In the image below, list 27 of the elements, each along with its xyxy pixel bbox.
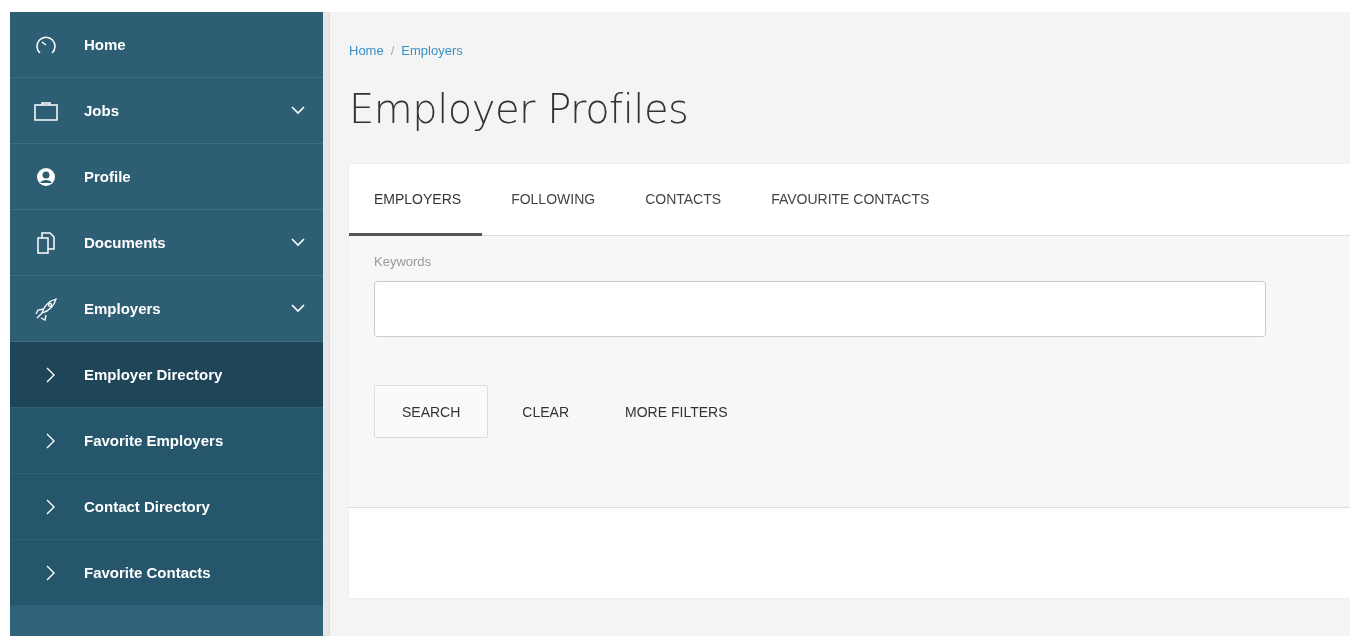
keywords-field[interactable] [374, 281, 1266, 337]
chevron-right-icon [45, 432, 55, 449]
documents-icon [36, 231, 56, 254]
chevron-right-icon [45, 564, 55, 581]
chevron-right-icon [45, 366, 55, 383]
field-label: Keywords [374, 254, 433, 269]
tab[interactable]: FAVOURITE CONTACTS [750, 164, 951, 236]
sidebar-subitem[interactable]: Employer Directory [10, 342, 323, 408]
sidebar-item[interactable]: Jobs [10, 78, 323, 144]
sidebar-item[interactable]: Documents [10, 210, 323, 276]
breadcrumb-separator: / [390, 43, 395, 60]
tab[interactable]: CONTACTS [624, 164, 743, 236]
sidebar-item[interactable]: Profile [10, 144, 323, 210]
search-button[interactable]: SEARCH [374, 385, 489, 438]
sidebar-item[interactable]: Employers [10, 276, 323, 342]
sidebar-subitem[interactable]: Favorite Contacts [10, 540, 323, 606]
text-button[interactable]: MORE FILTERS [603, 385, 750, 438]
briefcase-icon [34, 100, 58, 121]
chevron-right-icon [45, 498, 55, 515]
sidebar-subitem[interactable]: Favorite Employers [10, 408, 323, 474]
page-title: Employer Profiles [349, 86, 690, 134]
person-icon [36, 166, 56, 187]
rocket-icon [34, 296, 58, 321]
sidebar-item[interactable]: Home [10, 12, 323, 78]
text-button[interactable]: CLEAR [500, 385, 592, 438]
sidebar-subitem[interactable]: Contact Directory [10, 474, 323, 540]
tab[interactable]: FOLLOWING [490, 164, 617, 236]
